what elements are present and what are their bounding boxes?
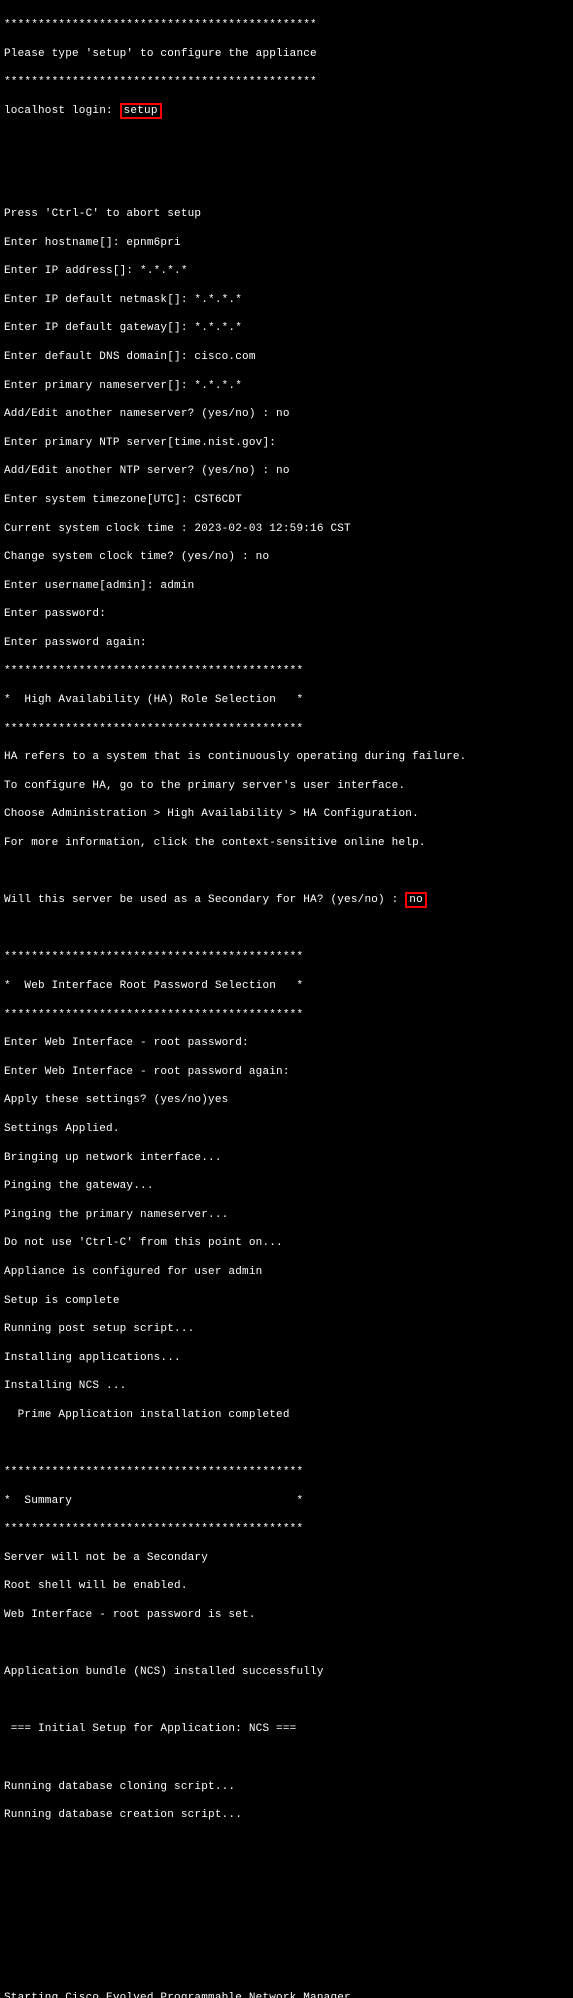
web-complete: Setup is complete — [4, 1294, 569, 1308]
setup-password-again[interactable]: Enter password again: — [4, 636, 569, 650]
setup-ntp[interactable]: Enter primary NTP server[time.nist.gov]: — [4, 436, 569, 450]
web-no-ctrlc: Do not use 'Ctrl-C' from this point on..… — [4, 1236, 569, 1250]
web-root-pw-again[interactable]: Enter Web Interface - root password agai… — [4, 1065, 569, 1079]
blank-line — [4, 1751, 569, 1765]
ha-border-bottom: ****************************************… — [4, 722, 569, 736]
web-installing-apps: Installing applications... — [4, 1351, 569, 1365]
login-label: localhost login: — [4, 105, 120, 117]
header-prompt: Please type 'setup' to configure the app… — [4, 47, 569, 61]
ha-title: * High Availability (HA) Role Selection … — [4, 693, 569, 707]
setup-netmask[interactable]: Enter IP default netmask[]: *.*.*.* — [4, 293, 569, 307]
summary-line2: Root shell will be enabled. — [4, 1579, 569, 1593]
login-value-highlighted: setup — [120, 103, 162, 119]
setup-add-ntp[interactable]: Add/Edit another NTP server? (yes/no) : … — [4, 464, 569, 478]
blank-line — [4, 865, 569, 879]
ha-question-label: Will this server be used as a Secondary … — [4, 894, 405, 906]
blank-line — [4, 1694, 569, 1708]
summary-title: * Summary * — [4, 1494, 569, 1508]
ha-border-top: ****************************************… — [4, 664, 569, 678]
summary-line1: Server will not be a Secondary — [4, 1551, 569, 1565]
setup-abort: Press 'Ctrl-C' to abort setup — [4, 207, 569, 221]
summary-line3: Web Interface - root password is set. — [4, 1608, 569, 1622]
summary-bundle: Application bundle (NCS) installed succe… — [4, 1665, 569, 1679]
header-border-top: ****************************************… — [4, 18, 569, 32]
setup-ipaddr[interactable]: Enter IP address[]: *.*.*.* — [4, 264, 569, 278]
terminal-output: ****************************************… — [4, 4, 569, 1998]
setup-hostname[interactable]: Enter hostname[]: epnm6pri — [4, 236, 569, 250]
web-netif: Bringing up network interface... — [4, 1151, 569, 1165]
setup-gateway[interactable]: Enter IP default gateway[]: *.*.*.* — [4, 321, 569, 335]
setup-primary-ns[interactable]: Enter primary nameserver[]: *.*.*.* — [4, 379, 569, 393]
ha-desc3: Choose Administration > High Availabilit… — [4, 807, 569, 821]
blank-line — [4, 922, 569, 936]
header-border-bottom: ****************************************… — [4, 75, 569, 89]
summary-db-create: Running database creation script... — [4, 1808, 569, 1822]
setup-dns-domain[interactable]: Enter default DNS domain[]: cisco.com — [4, 350, 569, 364]
ha-desc2: To configure HA, go to the primary serve… — [4, 779, 569, 793]
web-prime-done: Prime Application installation completed — [4, 1408, 569, 1422]
ha-desc1: HA refers to a system that is continuous… — [4, 750, 569, 764]
web-root-pw[interactable]: Enter Web Interface - root password: — [4, 1036, 569, 1050]
blank-line — [4, 1437, 569, 1451]
summary-initial-setup: === Initial Setup for Application: NCS =… — [4, 1722, 569, 1736]
web-ping-gw: Pinging the gateway... — [4, 1179, 569, 1193]
login-line[interactable]: localhost login: setup — [4, 104, 569, 118]
footer-starting: Starting Cisco Evolved Programmable Netw… — [4, 1991, 569, 1998]
summary-db-clone: Running database cloning script... — [4, 1780, 569, 1794]
summary-border-top: ****************************************… — [4, 1465, 569, 1479]
web-applied: Settings Applied. — [4, 1122, 569, 1136]
web-configured: Appliance is configured for user admin — [4, 1265, 569, 1279]
web-border-top: ****************************************… — [4, 950, 569, 964]
setup-clock-time: Current system clock time : 2023-02-03 1… — [4, 522, 569, 536]
web-ping-ns: Pinging the primary nameserver... — [4, 1208, 569, 1222]
web-border-bottom: ****************************************… — [4, 1008, 569, 1022]
setup-add-ns[interactable]: Add/Edit another nameserver? (yes/no) : … — [4, 407, 569, 421]
setup-tz[interactable]: Enter system timezone[UTC]: CST6CDT — [4, 493, 569, 507]
web-post-script: Running post setup script... — [4, 1322, 569, 1336]
ha-question-value-highlighted: no — [405, 892, 427, 908]
web-title: * Web Interface Root Password Selection … — [4, 979, 569, 993]
setup-change-clock[interactable]: Change system clock time? (yes/no) : no — [4, 550, 569, 564]
web-apply[interactable]: Apply these settings? (yes/no)yes — [4, 1093, 569, 1107]
blank-line — [4, 1637, 569, 1651]
ha-question-line[interactable]: Will this server be used as a Secondary … — [4, 893, 569, 907]
ha-desc4: For more information, click the context-… — [4, 836, 569, 850]
summary-border-bottom: ****************************************… — [4, 1522, 569, 1536]
web-installing-ncs: Installing NCS ... — [4, 1379, 569, 1393]
setup-username[interactable]: Enter username[admin]: admin — [4, 579, 569, 593]
setup-password[interactable]: Enter password: — [4, 607, 569, 621]
